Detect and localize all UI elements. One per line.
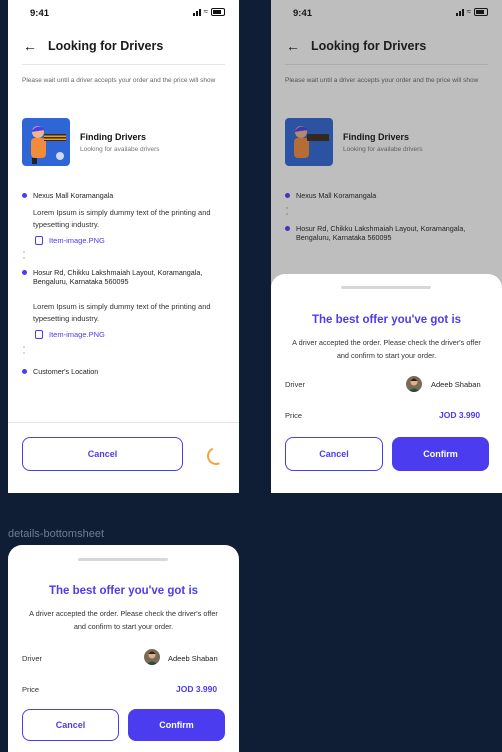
attachment-link[interactable]: Item-image.PNG xyxy=(35,236,105,245)
driver-label: Driver xyxy=(22,654,42,663)
price-value: JOD 3.990 xyxy=(439,410,481,420)
location-dot xyxy=(22,369,27,374)
attachment-link[interactable]: Item-image.PNG xyxy=(35,330,105,339)
driver-name: Adeeb Shaban xyxy=(431,380,481,389)
driver-avatar xyxy=(144,649,160,665)
driver-label: Driver xyxy=(285,380,305,389)
wifi-icon: ≈ xyxy=(203,7,208,16)
location-title: Nexus Mall Koramangala xyxy=(33,191,114,200)
attachment-name: Item-image.PNG xyxy=(49,330,105,339)
battery-icon xyxy=(211,8,225,16)
driver-avatar xyxy=(406,376,422,392)
location-description: Lorem Ipsum is simply dummy text of the … xyxy=(33,208,211,229)
top-bar: ← Looking for Drivers xyxy=(22,38,163,54)
offer-screen: 9:41 ≈ ← Looking for Drivers Please wait… xyxy=(271,0,502,493)
sheet-handle[interactable] xyxy=(78,558,168,561)
location-title: Customer's Location xyxy=(33,367,99,376)
attachment-name: Item-image.PNG xyxy=(49,236,105,245)
frame-caption: details-bottomsheet xyxy=(8,528,104,540)
cancel-button[interactable]: Cancel xyxy=(285,437,383,471)
status-icons: ≈ xyxy=(192,7,225,16)
offer-bottom-sheet: The best offer you've got is A driver ac… xyxy=(271,274,502,493)
sheet-handle[interactable] xyxy=(341,286,431,289)
file-icon xyxy=(35,236,43,245)
offer-description: A driver accepted the order. Please chec… xyxy=(292,338,481,360)
finding-title: Finding Drivers xyxy=(80,132,147,142)
confirm-button[interactable]: Confirm xyxy=(392,437,489,471)
back-arrow-icon[interactable]: ← xyxy=(22,38,38,54)
price-label: Price xyxy=(285,411,303,420)
location-dot xyxy=(22,193,27,198)
finding-subtitle: Looking for availabe drivers xyxy=(80,146,160,153)
cancel-button[interactable]: Cancel xyxy=(22,709,119,741)
location-description: Lorem Ipsum is simply dummy text of the … xyxy=(33,302,211,323)
file-icon xyxy=(35,330,43,339)
cancel-button[interactable]: Cancel xyxy=(22,437,183,471)
looking-for-drivers-screen: 9:41 ≈ ← Looking for Drivers Please wait… xyxy=(8,0,239,493)
footer-divider xyxy=(8,422,239,423)
offer-bottom-sheet-component: The best offer you've got is A driver ac… xyxy=(8,545,239,752)
offer-title: The best offer you've got is xyxy=(311,314,462,326)
header-divider xyxy=(22,64,225,65)
location-title: Hosur Rd, Chikku Lakshmaiah Layout, Kora… xyxy=(33,268,203,286)
loading-spinner-icon xyxy=(204,444,228,468)
price-value: JOD 3.990 xyxy=(176,684,218,694)
wait-note: Please wait until a driver accepts your … xyxy=(22,77,216,84)
offer-title: The best offer you've got is xyxy=(48,585,199,597)
status-time: 9:41 xyxy=(30,8,50,19)
confirm-button[interactable]: Confirm xyxy=(128,709,225,741)
offer-description: A driver accepted the order. Please chec… xyxy=(29,609,218,631)
page-title: Looking for Drivers xyxy=(48,39,164,53)
driver-illustration xyxy=(22,118,70,166)
location-dot xyxy=(22,270,27,275)
price-label: Price xyxy=(22,685,40,694)
route-dots xyxy=(23,346,25,358)
signal-icon xyxy=(192,8,201,16)
driver-name: Adeeb Shaban xyxy=(168,654,218,663)
route-dots xyxy=(23,251,25,263)
